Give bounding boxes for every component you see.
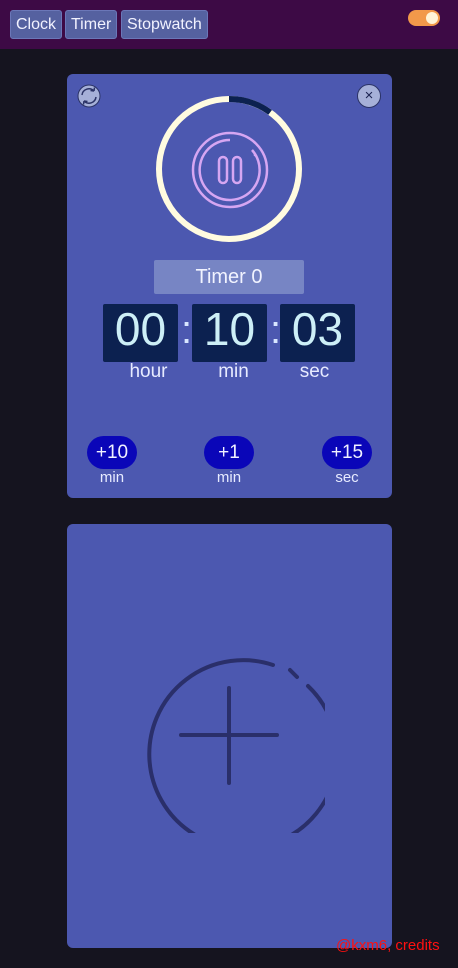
sec-label: sec bbox=[299, 361, 330, 382]
add-unit-label: min bbox=[99, 469, 125, 486]
add-unit-label: sec bbox=[335, 469, 359, 486]
seconds-display[interactable]: 03 bbox=[280, 304, 355, 362]
nav-stopwatch-button[interactable]: Stopwatch bbox=[121, 10, 208, 39]
close-button[interactable]: × bbox=[357, 84, 381, 108]
add-10-min-button[interactable]: +10 bbox=[87, 436, 137, 469]
add-1-min-button[interactable]: +1 bbox=[204, 436, 254, 469]
hour-label: hour bbox=[129, 361, 168, 382]
reset-button[interactable] bbox=[77, 84, 101, 108]
top-bar: Clock Timer Stopwatch bbox=[0, 0, 458, 49]
add-unit-label: min bbox=[216, 469, 242, 486]
add-15-sec-button[interactable]: +15 bbox=[322, 436, 372, 469]
toggle-knob bbox=[426, 12, 438, 24]
minutes-display[interactable]: 10 bbox=[192, 304, 267, 362]
min-label: min bbox=[218, 361, 249, 382]
pause-button[interactable] bbox=[191, 131, 269, 209]
pause-icon bbox=[191, 131, 269, 209]
timer-name[interactable]: Timer 0 bbox=[154, 260, 304, 294]
add-timer-card[interactable] bbox=[67, 524, 392, 948]
theme-toggle[interactable] bbox=[408, 10, 440, 26]
credit-text: @kxm6, credits bbox=[336, 937, 440, 954]
nav-timer-button[interactable]: Timer bbox=[65, 10, 118, 39]
nav-clock-button[interactable]: Clock bbox=[10, 10, 63, 39]
timer-card: × Timer 0 00 : 10 : 03 hour min sec +10 … bbox=[67, 74, 392, 498]
hours-display[interactable]: 00 bbox=[103, 304, 178, 362]
plus-icon bbox=[147, 658, 325, 833]
progress-arc bbox=[228, 96, 272, 115]
refresh-icon bbox=[77, 84, 101, 108]
separator: : bbox=[181, 308, 193, 352]
